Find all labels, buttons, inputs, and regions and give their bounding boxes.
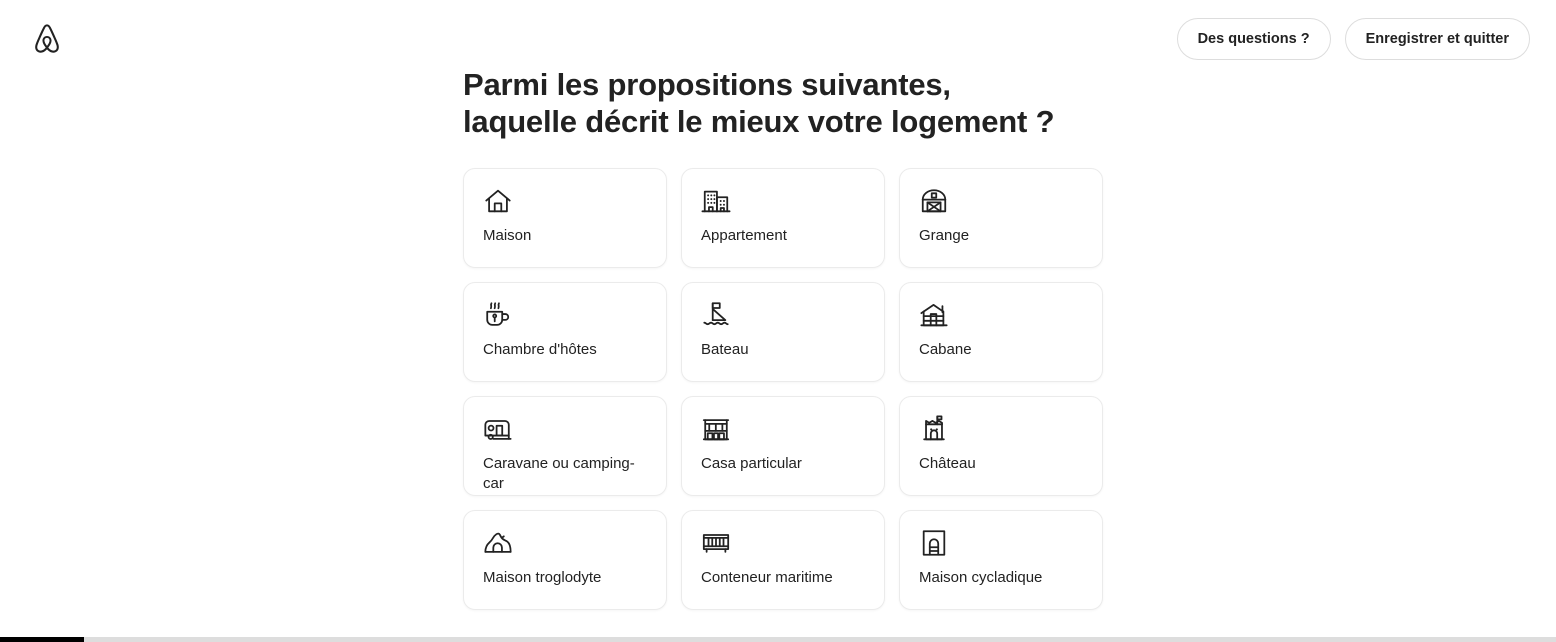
property-type-label: Casa particular <box>701 455 802 472</box>
tea-cup-icon <box>483 300 513 330</box>
property-type-card-cabane[interactable]: Cabane <box>899 282 1103 382</box>
property-type-label: Maison <box>483 227 532 244</box>
main-content: Parmi les propositions suivantes, laquel… <box>0 0 1556 642</box>
property-type-label: Caravane ou camping-car <box>483 455 635 492</box>
shipping-container-icon <box>701 528 731 558</box>
barn-icon <box>919 186 949 216</box>
colonial-facade-icon <box>701 414 731 444</box>
property-type-card-maison-troglodyte[interactable]: Maison troglodyte <box>463 510 667 610</box>
progress-bar-fill <box>0 637 85 642</box>
property-type-grid: Maison Appartement Grange Chambre d'hôte… <box>463 168 1103 610</box>
property-type-card-appartement[interactable]: Appartement <box>681 168 885 268</box>
property-type-card-conteneur-maritime[interactable]: Conteneur maritime <box>681 510 885 610</box>
property-type-label: Appartement <box>701 227 787 244</box>
apartment-building-icon <box>701 186 731 216</box>
property-type-label: Maison troglodyte <box>483 569 602 586</box>
property-type-card-caravane[interactable]: Caravane ou camping-car <box>463 396 667 496</box>
property-type-card-maison-cycladique[interactable]: Maison cycladique <box>899 510 1103 610</box>
property-type-card-chateau[interactable]: Château <box>899 396 1103 496</box>
property-type-card-casa-particular[interactable]: Casa particular <box>681 396 885 496</box>
castle-tower-icon <box>919 414 949 444</box>
progress-bar-track <box>0 637 1556 642</box>
page-title: Parmi les propositions suivantes, laquel… <box>463 67 1055 139</box>
property-type-card-grange[interactable]: Grange <box>899 168 1103 268</box>
property-type-label: Conteneur maritime <box>701 569 833 586</box>
property-type-label: Grange <box>919 227 970 244</box>
cave-house-icon <box>483 528 513 558</box>
property-type-label: Bateau <box>701 341 749 358</box>
sailboat-icon <box>701 300 731 330</box>
house-icon <box>483 186 513 216</box>
property-type-label: Cabane <box>919 341 972 358</box>
property-type-label: Maison cycladique <box>919 569 1043 586</box>
caravan-icon <box>483 414 513 444</box>
property-type-label: Chambre d'hôtes <box>483 341 597 358</box>
property-type-label: Château <box>919 455 976 472</box>
property-type-card-chambre-dhotes[interactable]: Chambre d'hôtes <box>463 282 667 382</box>
log-cabin-icon <box>919 300 949 330</box>
property-type-page: Des questions ? Enregistrer et quitter P… <box>0 0 1556 642</box>
cycladic-house-icon <box>919 528 949 558</box>
property-type-card-maison[interactable]: Maison <box>463 168 667 268</box>
property-type-card-bateau[interactable]: Bateau <box>681 282 885 382</box>
